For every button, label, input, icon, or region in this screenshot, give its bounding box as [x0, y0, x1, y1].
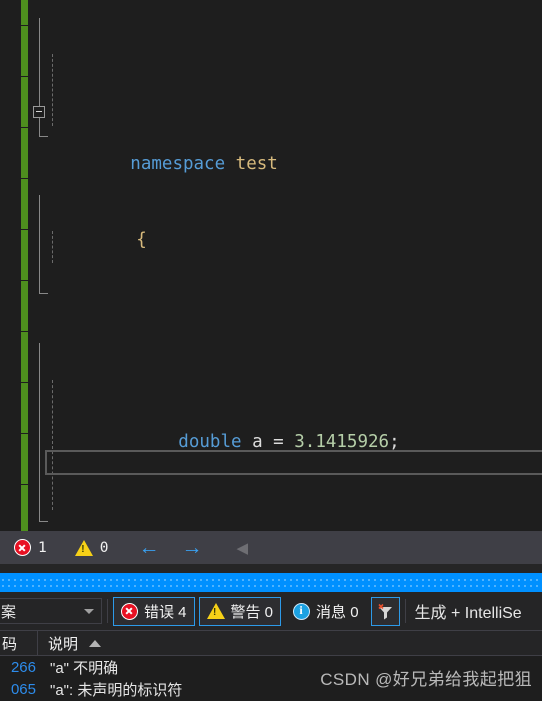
code-line-blank[interactable] [0, 304, 542, 329]
code-editor[interactable]: namespace test { double a = 3.1415926; i… [0, 0, 542, 531]
keyword-namespace: namespace [130, 153, 226, 174]
toolbar-separator [107, 599, 108, 623]
cell-error-description: "a": 未声明的标识符 [50, 682, 183, 700]
warning-triangle-icon [206, 603, 225, 619]
warning-count-group[interactable]: 0 [74, 539, 109, 556]
errors-filter-label: 错误 4 [144, 603, 187, 621]
cell-error-code: 065 [10, 681, 36, 699]
code-line[interactable]: double a = 3.1415926; [0, 405, 542, 452]
error-circle-icon [14, 539, 31, 556]
scope-filter-combobox[interactable]: 案 [0, 598, 102, 624]
warning-count-label: 0 [99, 539, 109, 556]
csdn-watermark: CSDN @好兄弟给我起把狙 [320, 670, 532, 689]
current-line-indicator [45, 450, 542, 475]
column-header-description[interactable]: 说明 [38, 630, 542, 656]
code-line[interactable]: { [0, 202, 542, 250]
error-navigation-bar: 1 0 ← → ◀ [0, 531, 542, 564]
next-error-arrow-icon[interactable]: → [181, 536, 202, 560]
visual-studio-window: namespace test { double a = 3.1415926; i… [0, 0, 542, 701]
error-list-toolbar: 案 错误 4 警告 0 消息 0 生成 + Intelli [0, 592, 542, 630]
column-header-code[interactable]: 码 [0, 630, 38, 656]
error-count-group[interactable]: 1 [14, 539, 47, 556]
toolbar-separator [404, 599, 406, 623]
build-intellisense-label: 生成 + IntelliSe [414, 605, 522, 622]
namespace-name-test: test [235, 153, 278, 174]
panel-divider [0, 564, 542, 573]
collapse-toggle-icon[interactable] [33, 106, 45, 119]
warning-triangle-icon [74, 539, 93, 556]
scope-filter-value: 案 [1, 603, 17, 621]
clear-filter-button[interactable] [370, 596, 400, 626]
brace-open: { [136, 229, 147, 250]
info-circle-icon [293, 602, 311, 620]
cell-error-description: "a" 不明确 [50, 659, 119, 677]
messages-filter-label: 消息 0 [316, 603, 359, 621]
errors-filter-button[interactable]: 错误 4 [113, 596, 195, 626]
error-list-panel-header-bar[interactable] [0, 573, 542, 592]
messages-filter-button[interactable]: 消息 0 [285, 597, 367, 626]
warnings-filter-label: 警告 0 [230, 603, 274, 621]
warnings-filter-button[interactable]: 警告 0 [198, 596, 282, 626]
build-intellisense-filter[interactable]: 生成 + IntelliSe [415, 599, 522, 623]
error-circle-icon [121, 602, 138, 620]
column-header-description-label: 说明 [48, 635, 79, 653]
code-line[interactable]: namespace test [0, 101, 542, 174]
code-line[interactable]: int rand = 0; [0, 506, 542, 531]
cell-error-code: 266 [10, 658, 36, 676]
chevron-down-icon[interactable] [84, 609, 94, 614]
error-table-header: 码 说明 [0, 630, 542, 656]
prev-error-arrow-icon[interactable]: ← [138, 536, 159, 560]
error-count-label: 1 [38, 539, 47, 556]
collapse-left-arrow-icon[interactable]: ◀ [236, 539, 248, 557]
drag-handle-dots[interactable] [0, 577, 542, 588]
column-header-code-label: 码 [2, 635, 18, 653]
clear-filter-icon [376, 602, 395, 621]
sort-ascending-icon [89, 639, 102, 647]
